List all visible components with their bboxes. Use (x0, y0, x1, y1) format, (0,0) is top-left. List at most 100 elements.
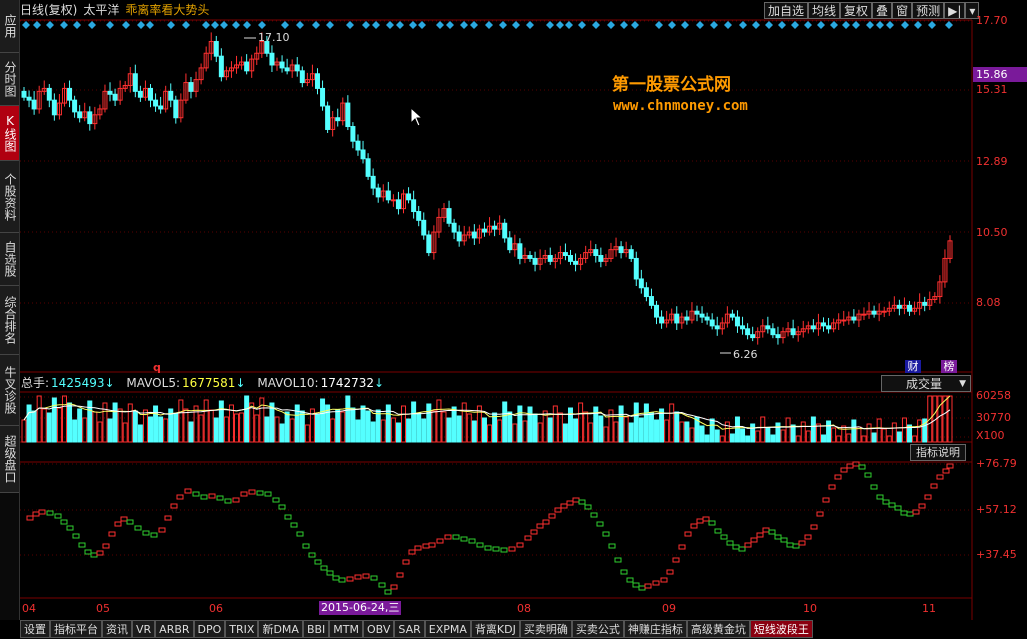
volume-bar (826, 420, 832, 443)
candle-body (294, 64, 300, 72)
volume-bar (487, 424, 493, 443)
volume-bar (507, 411, 513, 443)
oscillator-block (484, 545, 492, 551)
candle-body (841, 319, 847, 322)
low-price-label: 6.26 (733, 348, 758, 361)
indicator-tab-11[interactable]: SAR (394, 620, 425, 638)
indicator-tab-3[interactable]: VR (132, 620, 156, 638)
candle-body (907, 304, 913, 312)
volume-bar (314, 413, 320, 443)
volume-bar (628, 422, 634, 443)
price-axis-label: 10.50 (976, 226, 1008, 239)
oscillator-block (278, 504, 286, 510)
volume-bar (917, 419, 923, 443)
volume-bar (350, 407, 356, 443)
oscillator-block (768, 529, 776, 535)
candle-body (820, 322, 826, 327)
oscillator-block (542, 519, 550, 525)
indicator-description-button[interactable]: 指标说明 (910, 444, 966, 461)
mavol5-value: 1677581 (182, 376, 236, 390)
candle-body (325, 105, 331, 130)
candle-body (598, 255, 604, 262)
volume-bar (633, 402, 639, 443)
indicator-tab-2[interactable]: 资讯 (102, 620, 132, 638)
volume-bar (345, 395, 351, 443)
oscillator-block (378, 582, 386, 588)
candle-body (279, 61, 285, 69)
volume-bar (810, 416, 816, 443)
indicator-tab-7[interactable]: 新DMA (258, 620, 303, 638)
indicator-tab-0[interactable]: 设置 (20, 620, 50, 638)
volume-bar (654, 419, 660, 443)
volume-bar (148, 416, 154, 443)
oscillator-block (326, 570, 334, 576)
indicator-tab-8[interactable]: BBI (302, 620, 330, 638)
indicator-tab-18[interactable]: 短线波段王 (749, 620, 813, 638)
oscillator-block (452, 534, 460, 540)
candle-body (745, 328, 751, 336)
candle-body (153, 99, 159, 107)
indicator-tab-14[interactable]: 买卖明确 (519, 620, 572, 638)
candle-body (896, 304, 902, 309)
oscillator-block (930, 483, 938, 489)
indicator-tab-9[interactable]: MTM (329, 620, 363, 638)
volume-bar (598, 415, 604, 443)
rank-badge[interactable]: 榜 (941, 360, 957, 373)
oscillator-block (840, 467, 848, 473)
volume-bar (355, 419, 361, 443)
candle-body (411, 199, 417, 213)
volume-bar (461, 402, 467, 443)
volume-indicator-dropdown[interactable]: 成交量 ▼ (881, 375, 971, 392)
candle-body (674, 313, 680, 324)
oscillator-block (362, 573, 370, 579)
oscillator-block (96, 550, 104, 556)
volume-bar (380, 419, 386, 443)
candle-body (360, 149, 366, 160)
volume-bar (537, 422, 543, 443)
oscillator-block (780, 537, 788, 543)
indicator-tab-1[interactable]: 指标平台 (50, 620, 102, 638)
oscillator-block (882, 499, 890, 505)
mouse-cursor-icon (410, 107, 424, 127)
volume-bar (760, 416, 766, 443)
candle-body (421, 219, 427, 236)
candle-body (365, 158, 371, 177)
volume-bar (588, 422, 594, 443)
indicator-tab-5[interactable]: DPO (193, 620, 226, 638)
volume-bar (912, 435, 918, 443)
volume-bar (51, 397, 57, 443)
oscillator-block (560, 503, 568, 509)
volume-bar (107, 418, 113, 443)
volume-bar (689, 427, 695, 443)
volume-bar (77, 408, 83, 443)
indicator-tab-4[interactable]: ARBR (155, 620, 194, 638)
indicator-tab-13[interactable]: 背离KDJ (470, 620, 520, 638)
candle-body (67, 87, 73, 101)
volume-bar (512, 423, 518, 443)
indicator-tab-10[interactable]: OBV (363, 620, 395, 638)
volume-bar (861, 435, 867, 443)
oscillator-block (900, 510, 908, 516)
indicator-tab-6[interactable]: TRIX (225, 620, 259, 638)
indicator-tab-17[interactable]: 高级黄金坑 (686, 620, 750, 638)
volume-bar (395, 422, 401, 443)
candle-body (188, 82, 194, 92)
oscillator-block (578, 499, 586, 505)
indicator-tab-12[interactable]: EXPMA (424, 620, 471, 638)
volume-bar (441, 411, 447, 443)
oscillator-block (346, 576, 354, 582)
volume-bar (198, 414, 204, 443)
date-axis-label: 10 (803, 602, 817, 615)
volume-bar (411, 401, 417, 443)
candle-body (137, 90, 143, 98)
indicator-tab-16[interactable]: 神赚庄指标 (623, 620, 687, 638)
candle-body (406, 193, 412, 201)
volume-bar (770, 434, 776, 443)
oscillator-block (108, 531, 116, 537)
oscillator-block (638, 585, 646, 591)
indicator-tab-15[interactable]: 买卖公式 (571, 620, 624, 638)
finance-badge[interactable]: 财 (905, 360, 921, 373)
oscillator-block (272, 497, 280, 503)
volume-bar (623, 416, 629, 443)
date-axis-label: 08 (517, 602, 531, 615)
